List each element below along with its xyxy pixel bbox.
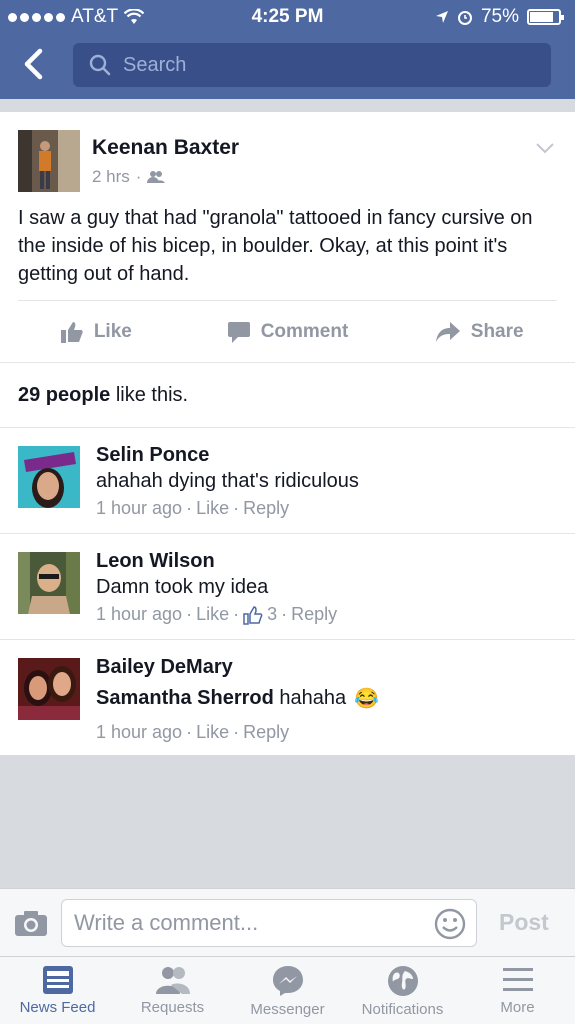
tab-messenger[interactable]: Messenger [230,957,345,1024]
commenter-avatar[interactable] [18,552,80,614]
tab-label: Requests [140,999,205,1016]
meta-separator: · [186,604,193,624]
share-arrow-icon [435,322,460,342]
comment-like-link[interactable]: Like [196,722,229,743]
comment-text: ahahah dying that's ridiculous [96,470,359,492]
comment-time: 1 hour ago [96,604,183,624]
comment-like-count[interactable]: 3 [267,604,277,625]
commenter-avatar[interactable] [18,446,80,508]
chevron-left-icon[interactable] [18,46,50,82]
commenter-name[interactable]: Bailey DeMary [96,656,233,679]
smiley-icon[interactable] [434,908,466,940]
author-avatar[interactable] [18,130,80,192]
thumbs-up-icon [60,322,83,343]
search-bar[interactable]: Search [73,43,551,87]
tab-label: Notifications [361,1001,444,1018]
like-label: Like [93,321,132,342]
post-time[interactable]: 2 hrs [92,167,130,187]
battery-label: 75% [480,6,519,27]
comment-composer: Write a comment... Post [0,888,575,956]
tab-notifications[interactable]: Notifications [345,957,460,1024]
meta-separator: · [186,722,193,742]
comment-time: 1 hour ago [96,722,183,742]
comment-reply-link[interactable]: Reply [243,498,289,519]
tab-news-feed[interactable]: News Feed [0,957,115,1024]
requests-icon [155,967,190,994]
meta-separator: · [233,498,240,518]
chevron-down-icon[interactable] [535,142,555,154]
like-button[interactable]: Like [0,320,192,344]
comment-item: Selin Ponce ahahah dying that's ridiculo… [0,428,575,533]
status-right: 75% [435,6,565,28]
comment-body: hahaha [273,687,347,709]
comment-input[interactable]: Write a comment... [61,899,477,947]
mention-link[interactable]: Samantha Sherrod [96,687,274,710]
share-label: Share [470,321,524,342]
alarm-icon [457,11,472,25]
comment-icon [227,322,250,343]
news-feed-icon [42,966,73,994]
camera-icon[interactable] [14,909,48,937]
messenger-icon [272,966,303,996]
likes-top-divider [0,362,575,363]
tab-label: More [500,999,535,1016]
comment-meta: 1 hour ago · Like · 3 · Reply [96,604,337,625]
comment-like-link[interactable]: Like [196,498,229,519]
likes-suffix: like this. [110,384,189,406]
header-spacer [0,99,575,112]
tab-more[interactable]: More [460,957,575,1024]
post-actions: Like Comment Share [0,302,575,362]
post-author[interactable]: Keenan Baxter [92,136,239,160]
tab-label: Messenger [250,1001,325,1018]
comment-text: Samantha Sherrod hahaha 😂 [96,686,379,711]
search-placeholder: Search [123,53,187,76]
meta-separator: · [186,498,193,518]
post-comment-button[interactable]: Post [499,909,549,936]
comment-meta: 1 hour ago · Like · Reply [96,722,289,743]
friends-icon [147,171,166,183]
meta-separator: · [233,604,240,624]
comment-text: Damn took my idea [96,576,269,598]
meta-separator: · [281,604,288,624]
meta-separator: · [233,722,240,742]
comment-item: Bailey DeMary Samantha Sherrod hahaha 😂 … [0,640,575,755]
share-button[interactable]: Share [383,321,575,343]
post-divider [18,300,557,301]
likes-count: 29 people [18,384,111,406]
comment-reply-link[interactable]: Reply [243,722,289,743]
comment-input-placeholder: Write a comment... [74,910,259,935]
commenter-name[interactable]: Selin Ponce [96,444,209,467]
thumbs-up-outline-icon [243,605,263,625]
comment-like-link[interactable]: Like [196,604,229,625]
commenter-avatar[interactable] [18,658,80,720]
post-meta: 2 hrs · [92,167,166,187]
battery-icon [527,9,564,25]
tab-bar: News Feed Requests Messenger Notificatio… [0,956,575,1024]
likes-summary[interactable]: 29 people like this. [18,384,188,407]
comment-time: 1 hour ago [96,498,183,518]
menu-icon [502,968,533,991]
comment-meta: 1 hour ago · Like · Reply [96,498,289,519]
tab-label: News Feed [19,999,96,1016]
comment-label: Comment [260,321,349,342]
search-icon [89,54,111,76]
location-arrow-icon [435,11,448,23]
status-bar: AT&T 4:25 PM 75% [0,0,575,34]
meta-separator: · [135,167,142,186]
comment-reply-link[interactable]: Reply [291,604,337,625]
laughing-tears-emoji: 😂 [354,688,380,710]
top-bar: AT&T 4:25 PM 75% Search [0,0,575,99]
comment-item: Leon Wilson Damn took my idea 1 hour ago… [0,534,575,639]
post-text: I saw a guy that had "granola" tattooed … [18,207,533,285]
tab-requests[interactable]: Requests [115,957,230,1024]
commenter-name[interactable]: Leon Wilson [96,550,215,573]
empty-area [0,755,575,888]
comment-button[interactable]: Comment [192,320,384,344]
globe-icon [387,966,418,996]
